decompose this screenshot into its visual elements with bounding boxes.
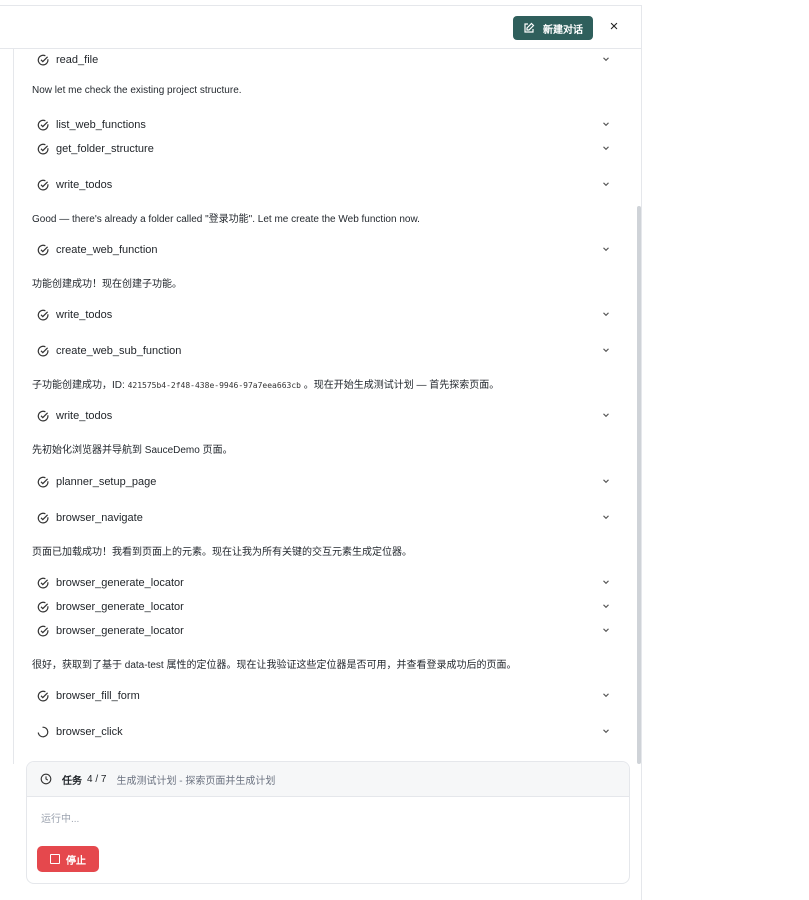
task-description: 生成测试计划 - 探索页面并生成计划 <box>116 775 276 787</box>
sub-function-id: 421575b4-2f48-438e-9946-97a7eea663cb <box>127 381 301 390</box>
tool-call-name: get_folder_structure <box>56 143 154 155</box>
panel-header: 新建对话 × <box>0 6 641 49</box>
chevron-down-icon[interactable] <box>601 512 611 522</box>
task-card: 任务 4 / 7 生成测试计划 - 探索页面并生成计划 运行中... 停止 <box>26 761 630 884</box>
chevron-down-icon[interactable] <box>601 179 611 189</box>
tool-call-name: browser_generate_locator <box>56 625 184 637</box>
check-circle-icon <box>37 690 49 702</box>
tool-call-row[interactable]: write_todos <box>37 305 617 325</box>
tool-call-row[interactable]: browser_generate_locator <box>37 597 617 617</box>
tool-call-name: list_web_functions <box>56 119 146 131</box>
tool-call-name: create_web_sub_function <box>56 345 182 357</box>
tool-call-name: write_todos <box>56 309 113 321</box>
tool-call-row[interactable]: browser_fill_form <box>37 686 617 706</box>
tool-call-row[interactable]: read_file <box>37 50 617 70</box>
task-count: 4 / 7 <box>87 773 107 785</box>
tool-call-row[interactable]: write_todos <box>37 406 617 426</box>
check-circle-icon <box>37 577 49 589</box>
check-circle-icon <box>37 625 49 637</box>
clock-icon <box>40 773 52 785</box>
assistant-message: 页面已加载成功！我看到页面上的元素。现在让我为所有关键的交互元素生成定位器。 <box>32 547 412 558</box>
chevron-down-icon[interactable] <box>601 476 611 486</box>
tool-call-row[interactable]: browser_navigate <box>37 508 617 528</box>
chevron-down-icon[interactable] <box>601 244 611 254</box>
assistant-message: 很好，获取到了基于 data-test 属性的定位器。现在让我验证这些定位器是否… <box>32 660 517 671</box>
stop-icon <box>50 854 60 864</box>
tool-call-name: write_todos <box>56 179 113 191</box>
check-circle-icon <box>37 309 49 321</box>
chevron-down-icon[interactable] <box>601 601 611 611</box>
chevron-down-icon[interactable] <box>601 690 611 700</box>
chevron-down-icon[interactable] <box>601 345 611 355</box>
chevron-down-icon[interactable] <box>601 54 611 64</box>
tool-call-name: browser_generate_locator <box>56 601 184 613</box>
new-chat-label: 新建对话 <box>543 24 583 36</box>
check-circle-icon <box>37 54 49 66</box>
message-prefix: 子功能创建成功，ID: <box>32 380 128 391</box>
tool-call-name: create_web_function <box>56 244 158 256</box>
close-button[interactable]: × <box>606 19 622 35</box>
check-circle-icon <box>37 244 49 256</box>
task-label: 任务 <box>62 775 82 787</box>
assistant-message: 子功能创建成功，ID: 421575b4-2f48-438e-9946-97a7… <box>32 376 622 391</box>
tool-call-name: browser_fill_form <box>56 690 140 702</box>
message-suffix: 。现在开始生成测试计划 — 首先探索页面。 <box>300 380 500 391</box>
check-circle-icon <box>37 345 49 357</box>
check-circle-icon <box>37 476 49 488</box>
tool-call-row[interactable]: create_web_function <box>37 240 617 260</box>
stop-label: 停止 <box>66 855 86 867</box>
tool-call-name: read_file <box>56 54 99 66</box>
chevron-down-icon[interactable] <box>601 410 611 420</box>
check-circle-icon <box>37 179 49 191</box>
tool-call-row[interactable]: planner_setup_page <box>37 472 617 492</box>
tool-call-name: browser_navigate <box>56 512 143 524</box>
stop-button[interactable]: 停止 <box>37 846 99 872</box>
edit-icon <box>524 22 535 33</box>
tool-call-name: planner_setup_page <box>56 476 157 488</box>
check-circle-icon <box>37 143 49 155</box>
tool-call-row[interactable]: get_folder_structure <box>37 139 617 159</box>
running-status: 运行中... <box>41 814 80 825</box>
check-circle-icon <box>37 601 49 613</box>
assistant-message: 功能创建成功！现在创建子功能。 <box>32 279 182 290</box>
tool-call-name: browser_generate_locator <box>56 577 184 589</box>
tool-call-row[interactable]: browser_generate_locator <box>37 621 617 641</box>
assistant-message: 先初始化浏览器并导航到 SauceDemo 页面。 <box>32 445 233 456</box>
tool-call-row[interactable]: browser_click <box>37 722 617 742</box>
tool-call-row[interactable]: create_web_sub_function <box>37 341 617 361</box>
assistant-message: Good — there's already a folder called "… <box>32 214 420 225</box>
chevron-down-icon[interactable] <box>601 625 611 635</box>
chevron-down-icon[interactable] <box>601 577 611 587</box>
chevron-down-icon[interactable] <box>601 726 611 736</box>
chevron-down-icon[interactable] <box>601 119 611 129</box>
spinner-icon <box>37 726 49 738</box>
chevron-down-icon[interactable] <box>601 143 611 153</box>
tool-call-name: browser_click <box>56 726 123 738</box>
check-circle-icon <box>37 512 49 524</box>
assistant-message: Now let me check the existing project st… <box>32 85 242 96</box>
check-circle-icon <box>37 410 49 422</box>
tool-call-name: write_todos <box>56 410 113 422</box>
tool-call-row[interactable]: list_web_functions <box>37 115 617 135</box>
new-chat-button[interactable]: 新建对话 <box>513 16 593 40</box>
scrollbar-thumb[interactable] <box>637 206 641 764</box>
chevron-down-icon[interactable] <box>601 309 611 319</box>
check-circle-icon <box>37 119 49 131</box>
tool-call-row[interactable]: write_todos <box>37 175 617 195</box>
tool-call-row[interactable]: browser_generate_locator <box>37 573 617 593</box>
task-header: 任务 4 / 7 生成测试计划 - 探索页面并生成计划 <box>27 762 629 797</box>
